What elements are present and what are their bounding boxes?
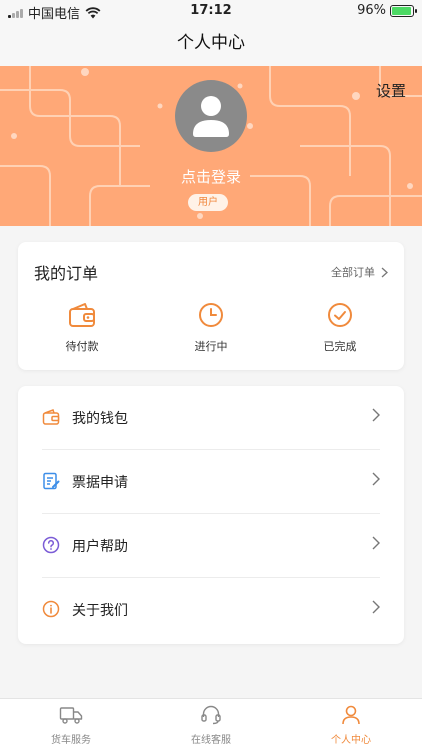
menu-item-wallet-label: 我的钱包: [72, 411, 128, 427]
battery-icon: [390, 4, 417, 17]
order-in-progress-label: 进行中: [194, 340, 228, 353]
menu-item-wallet[interactable]: 我的钱包: [42, 386, 380, 450]
chevron-right-icon: [372, 600, 380, 614]
status-right: 96%: [357, 3, 417, 18]
order-completed-label: 已完成: [323, 340, 357, 353]
orders-title: 我的订单: [34, 264, 99, 283]
all-orders-link[interactable]: 全部订单: [331, 264, 388, 280]
order-completed[interactable]: 已完成: [300, 302, 380, 354]
chevron-right-icon: [372, 472, 380, 486]
login-link[interactable]: 点击登录: [0, 166, 422, 187]
battery-fill: [392, 6, 412, 15]
help-icon: [42, 536, 60, 554]
tab-online-support[interactable]: 在线客服: [166, 705, 256, 746]
tab-bar: 货车服务 在线客服 个人中心: [0, 698, 422, 750]
settings-button[interactable]: 设置: [376, 80, 406, 101]
order-in-progress[interactable]: 进行中: [171, 302, 251, 354]
info-icon: [42, 600, 60, 618]
menu-item-help-label: 用户帮助: [72, 539, 128, 555]
profile-header: 设置 点击登录 用户: [0, 66, 422, 226]
wallet-icon: [42, 409, 60, 425]
page-title: 个人中心: [0, 22, 422, 66]
menu-item-invoice-label: 票据申请: [72, 475, 128, 491]
status-bar: 中国电信 17:12 96%: [0, 0, 422, 22]
chevron-right-icon: [381, 267, 388, 277]
menu-item-about-label: 关于我们: [72, 603, 128, 619]
tab-truck-service-label: 货车服务: [51, 735, 91, 746]
tab-profile-label: 个人中心: [331, 735, 371, 746]
tab-profile[interactable]: 个人中心: [306, 705, 396, 746]
battery-percent: 96%: [357, 3, 386, 18]
orders-card: 我的订单 全部订单 待付款 进行中 已完成: [18, 242, 404, 370]
wallet-icon: [69, 303, 95, 327]
avatar[interactable]: [175, 80, 247, 152]
document-edit-icon: [43, 472, 60, 490]
menu-card: 我的钱包 票据申请 用户帮助 关于我们: [18, 386, 404, 644]
clock-icon: [199, 303, 223, 327]
tab-online-support-label: 在线客服: [191, 735, 231, 746]
headset-icon: [201, 705, 221, 725]
all-orders-label: 全部订单: [331, 266, 375, 279]
chevron-right-icon: [372, 408, 380, 422]
order-pending-payment-label: 待付款: [65, 340, 99, 353]
tab-truck-service[interactable]: 货车服务: [26, 705, 116, 746]
role-badge: 用户: [188, 194, 228, 211]
menu-item-invoice[interactable]: 票据申请: [42, 450, 380, 514]
user-avatar-icon: [193, 96, 229, 137]
user-icon: [342, 705, 360, 725]
order-pending-payment[interactable]: 待付款: [42, 302, 122, 354]
check-circle-icon: [328, 303, 352, 327]
menu-item-about[interactable]: 关于我们: [42, 578, 380, 642]
menu-item-help[interactable]: 用户帮助: [42, 514, 380, 578]
chevron-right-icon: [372, 536, 380, 550]
truck-icon: [59, 707, 83, 724]
